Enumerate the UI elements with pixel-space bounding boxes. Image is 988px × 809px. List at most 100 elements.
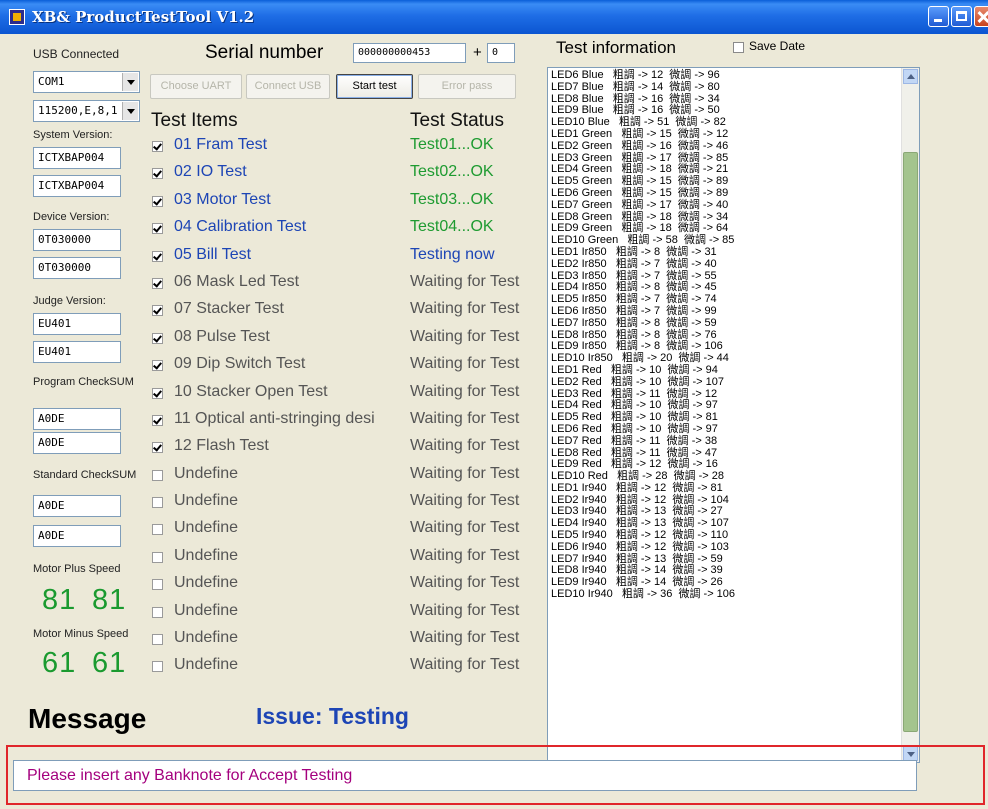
test-list: 01 Fram Test Test01...OK 02 IO Test Test02.… <box>150 134 545 682</box>
close-icon[interactable] <box>974 6 988 27</box>
test-row: Undefine Waiting for Test <box>150 600 545 627</box>
log-line: LED2 Ir850 粗調 -> 7 微調 -> 40 <box>551 257 717 270</box>
test-checkbox[interactable] <box>152 168 163 180</box>
test-checkbox[interactable] <box>152 223 163 235</box>
test-row: Undefine Waiting for Test <box>150 627 545 654</box>
test-row: Undefine Waiting for Test <box>150 463 545 490</box>
choose-uart-button[interactable]: Choose UART <box>150 74 242 99</box>
test-checkbox[interactable] <box>152 250 163 262</box>
error-pass-button[interactable]: Error pass <box>418 74 516 99</box>
test-row: 09 Dip Switch Test Waiting for Test <box>150 353 545 380</box>
usb-status: USB Connected <box>33 47 120 61</box>
device-version-field-2[interactable]: 0T030000 <box>33 257 121 279</box>
test-row: 07 Stacker Test Waiting for Test <box>150 298 545 325</box>
test-item-label: Undefine <box>174 464 239 482</box>
log-line: LED1 Green 粗調 -> 15 微調 -> 12 <box>551 127 729 140</box>
serial-increment-input[interactable]: 0 <box>487 43 515 63</box>
test-status-label: Waiting for Test <box>410 382 520 400</box>
standard-checksum-field-1[interactable]: A0DE <box>33 495 121 517</box>
test-status-label: Test02...OK <box>410 163 494 181</box>
program-checksum-field-2[interactable]: A0DE <box>33 432 121 454</box>
test-checkbox[interactable] <box>152 606 163 618</box>
test-checkbox[interactable] <box>152 634 163 646</box>
test-checkbox[interactable] <box>152 305 163 317</box>
test-item-label: 03 Motor Test <box>174 190 271 208</box>
port-select-value: COM1 <box>38 75 65 88</box>
port-select[interactable]: COM1 <box>33 71 140 93</box>
test-checkbox[interactable] <box>152 497 163 509</box>
save-date-checkbox[interactable] <box>733 42 744 53</box>
motor-plus-speed-label: Motor Plus Speed <box>33 563 121 575</box>
test-item-label: 06 Mask Led Test <box>174 272 300 290</box>
test-checkbox[interactable] <box>152 661 163 673</box>
test-checkbox[interactable] <box>152 195 163 207</box>
connect-usb-button[interactable]: Connect USB <box>246 74 330 99</box>
test-status-label: Test01...OK <box>410 136 494 153</box>
start-test-button[interactable]: Start test <box>336 74 413 99</box>
test-row: Undefine Waiting for Test <box>150 517 545 544</box>
maximize-icon[interactable] <box>951 6 972 27</box>
log-line: LED1 Ir850 粗調 -> 8 微調 -> 31 <box>551 245 717 258</box>
standard-checksum-field-2[interactable]: A0DE <box>33 525 121 547</box>
log-line: LED6 Red 粗調 -> 10 微調 -> 97 <box>551 422 718 435</box>
test-information-log[interactable]: LED6 Blue 粗調 -> 12 微調 -> 96 LED7 Blue 粗調 … <box>547 67 920 763</box>
test-checkbox[interactable] <box>152 414 163 426</box>
message-heading: Message <box>28 703 147 734</box>
program-checksum-field-1[interactable]: A0DE <box>33 408 121 430</box>
test-item-label: 11 Optical anti-stringing desi <box>174 409 375 427</box>
baud-select[interactable]: 115200,E,8,1 <box>33 100 140 122</box>
judge-version-field-2[interactable]: EU401 <box>33 341 121 363</box>
motor-minus-speed-1: 61 <box>42 647 77 679</box>
scroll-thumb[interactable] <box>903 152 918 732</box>
test-checkbox[interactable] <box>152 469 163 481</box>
judge-version-field-1[interactable]: EU401 <box>33 313 121 335</box>
test-status-label: Waiting for Test <box>410 300 520 318</box>
test-row: Undefine Waiting for Test <box>150 490 545 517</box>
device-version-label: Device Version: <box>33 211 110 223</box>
test-checkbox[interactable] <box>152 442 163 454</box>
system-version-field-2[interactable]: ICTXBAP004 <box>33 175 121 197</box>
chevron-down-icon[interactable] <box>122 102 138 120</box>
scroll-up-icon[interactable] <box>903 69 918 84</box>
serial-number-input[interactable]: 000000000453 <box>353 43 466 63</box>
minimize-icon[interactable] <box>928 6 949 27</box>
test-row: Undefine Waiting for Test <box>150 654 545 681</box>
test-status-label: Waiting for Test <box>410 464 520 482</box>
test-status-label: Waiting for Test <box>410 519 520 537</box>
save-date-label: Save Date <box>749 39 806 53</box>
test-item-label: 07 Stacker Test <box>174 300 284 318</box>
test-checkbox[interactable] <box>152 524 163 536</box>
test-checkbox[interactable] <box>152 332 163 344</box>
issue-status: Issue: Testing <box>256 703 409 729</box>
test-row: 05 Bill Test Testing now <box>150 244 545 271</box>
test-checkbox[interactable] <box>152 277 163 289</box>
test-checkbox[interactable] <box>152 141 163 152</box>
motor-minus-speed-label: Motor Minus Speed <box>33 628 129 640</box>
log-line: LED2 Red 粗調 -> 10 微調 -> 107 <box>551 375 725 388</box>
test-checkbox[interactable] <box>152 551 163 563</box>
test-row: 10 Stacker Open Test Waiting for Test <box>150 381 545 408</box>
log-scrollbar[interactable] <box>901 68 919 762</box>
test-item-label: 05 Bill Test <box>174 245 252 263</box>
test-checkbox[interactable] <box>152 579 163 591</box>
title-bar[interactable]: XB& ProductTestTool V1.2 <box>0 0 988 34</box>
plus-label: + <box>473 44 482 61</box>
standard-checksum-label: Standard CheckSUM <box>33 469 137 481</box>
test-checkbox[interactable] <box>152 387 163 399</box>
test-status-label: Waiting for Test <box>410 272 520 290</box>
test-status-heading: Test Status <box>410 110 504 131</box>
device-version-field-1[interactable]: 0T030000 <box>33 229 121 251</box>
test-row: 03 Motor Test Test03...OK <box>150 189 545 216</box>
motor-minus-speed-2: 61 <box>92 647 127 679</box>
test-row: 02 IO Test Test02...OK <box>150 161 545 188</box>
test-item-label: Undefine <box>174 629 239 647</box>
test-row: Undefine Waiting for Test <box>150 572 545 599</box>
test-status-label: Waiting for Test <box>410 656 520 674</box>
test-row: 11 Optical anti-stringing desi Waiting fo… <box>150 408 545 435</box>
test-row: 06 Mask Led Test Waiting for Test <box>150 271 545 298</box>
system-version-field-1[interactable]: ICTXBAP004 <box>33 147 121 169</box>
test-checkbox[interactable] <box>152 360 163 372</box>
app-icon <box>9 9 25 25</box>
test-item-label: Undefine <box>174 601 239 619</box>
chevron-down-icon[interactable] <box>122 73 138 91</box>
